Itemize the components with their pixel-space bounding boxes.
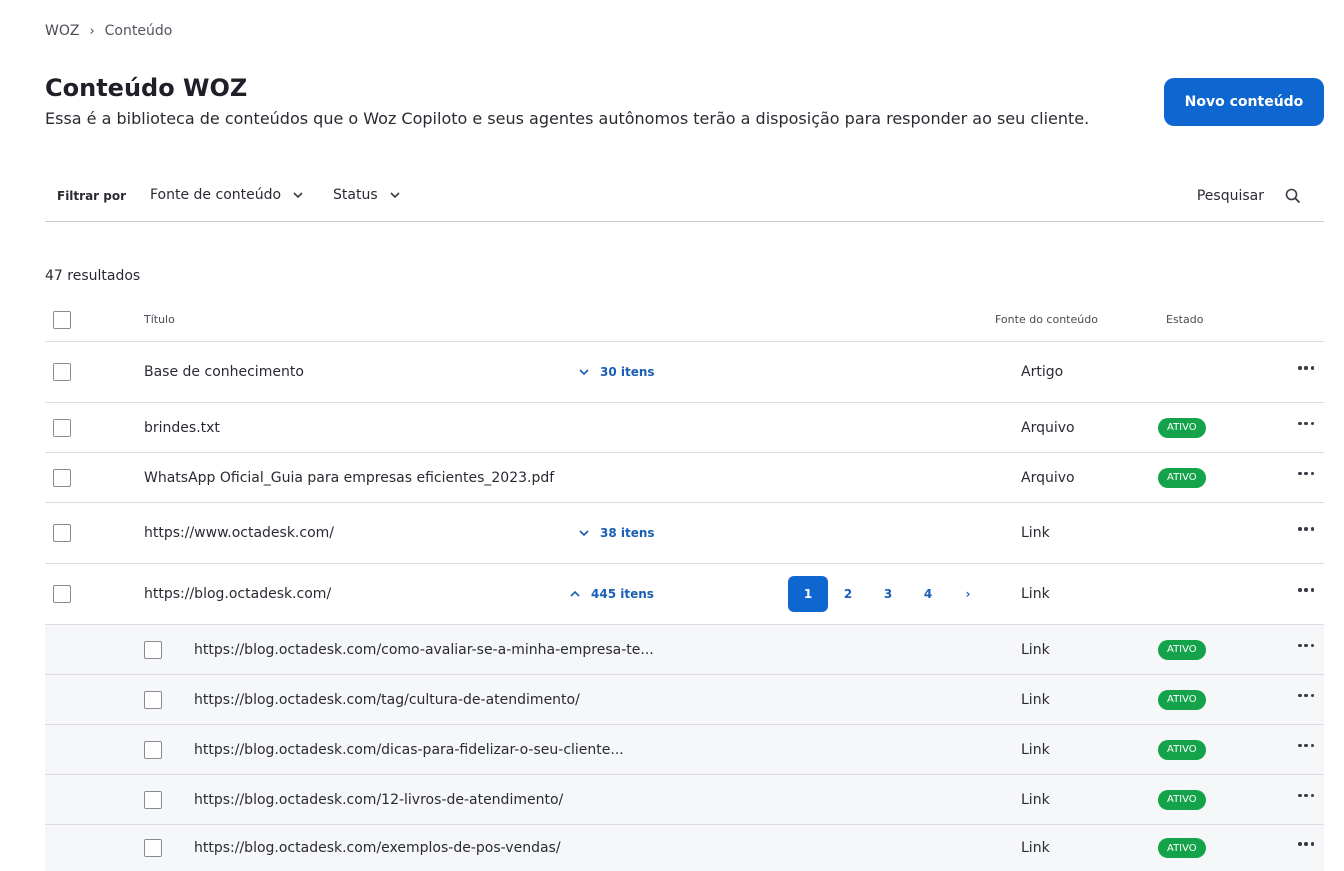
source-filter-dropdown[interactable]: Fonte de conteúdo: [150, 187, 305, 203]
row-source: Link: [1021, 741, 1050, 758]
table-child-row[interactable]: https://blog.octadesk.com/como-avaliar-s…: [45, 625, 1324, 675]
column-header-source[interactable]: Fonte do conteúdo: [995, 313, 1098, 326]
row-source: Link: [1021, 791, 1050, 808]
pagination: 1 2 3 4 ›: [788, 576, 988, 612]
status-badge: ATIVO: [1158, 838, 1206, 858]
table-row[interactable]: https://blog.octadesk.com/ 445 itens 1 2…: [45, 564, 1324, 625]
row-source: Link: [1021, 840, 1050, 856]
row-checkbox[interactable]: [144, 790, 162, 809]
expand-count: 38 itens: [600, 526, 655, 540]
chevron-down-icon: [293, 192, 303, 199]
results-count: 47 resultados: [45, 268, 141, 284]
breadcrumb-separator: ›: [89, 23, 95, 39]
select-all-checkbox[interactable]: [53, 310, 71, 329]
table-header: Título Fonte do conteúdo Estado: [45, 298, 1324, 342]
table-row[interactable]: https://www.octadesk.com/ 38 itens Link: [45, 503, 1324, 564]
row-title: https://blog.octadesk.com/como-avaliar-s…: [194, 641, 654, 658]
row-source: Link: [1021, 586, 1050, 602]
expand-count: 30 itens: [600, 365, 655, 379]
breadcrumb: WOZ › Conteúdo: [45, 23, 172, 39]
row-title: https://blog.octadesk.com/exemplos-de-po…: [194, 840, 561, 856]
row-source: Link: [1021, 691, 1050, 708]
chevron-down-icon: [390, 192, 400, 199]
more-options-icon[interactable]: [1298, 365, 1314, 371]
row-checkbox[interactable]: [53, 418, 71, 437]
table-child-row[interactable]: https://blog.octadesk.com/exemplos-de-po…: [45, 825, 1324, 871]
more-options-icon[interactable]: [1298, 643, 1314, 649]
row-title: https://blog.octadesk.com/: [144, 586, 332, 602]
row-source: Arquivo: [1021, 469, 1075, 486]
page-title: Conteúdo WOZ: [45, 74, 248, 102]
status-badge: ATIVO: [1158, 789, 1206, 810]
row-title: https://blog.octadesk.com/dicas-para-fid…: [194, 741, 624, 758]
table-child-row[interactable]: https://blog.octadesk.com/tag/cultura-de…: [45, 675, 1324, 725]
expand-toggle[interactable]: 30 itens: [578, 365, 655, 379]
status-badge: ATIVO: [1158, 639, 1206, 660]
expand-count: 445 itens: [591, 587, 654, 601]
more-options-icon[interactable]: [1298, 693, 1314, 699]
row-title: https://blog.octadesk.com/tag/cultura-de…: [194, 691, 580, 708]
more-options-icon[interactable]: [1298, 793, 1314, 799]
row-title: Base de conhecimento: [144, 364, 304, 380]
status-filter-dropdown[interactable]: Status: [333, 187, 402, 203]
status-filter-label: Status: [333, 187, 378, 203]
more-options-icon[interactable]: [1298, 743, 1314, 749]
more-options-icon[interactable]: [1298, 526, 1314, 532]
row-checkbox[interactable]: [53, 363, 71, 381]
table-child-row[interactable]: https://blog.octadesk.com/12-livros-de-a…: [45, 775, 1324, 825]
table-row[interactable]: WhatsApp Oficial_Guia para empresas efic…: [45, 453, 1324, 503]
row-source: Arquivo: [1021, 419, 1075, 436]
table-child-row[interactable]: https://blog.octadesk.com/dicas-para-fid…: [45, 725, 1324, 775]
source-filter-label: Fonte de conteúdo: [150, 187, 282, 203]
column-header-title[interactable]: Título: [144, 313, 175, 326]
filter-label: Filtrar por: [57, 189, 127, 203]
status-badge: ATIVO: [1158, 739, 1206, 760]
search-icon[interactable]: [1284, 187, 1302, 205]
row-checkbox[interactable]: [144, 839, 162, 857]
collapse-toggle[interactable]: 445 itens: [569, 587, 654, 601]
breadcrumb-current: Conteúdo: [104, 23, 173, 39]
row-checkbox[interactable]: [144, 640, 162, 659]
chevron-up-icon: [570, 590, 580, 597]
column-header-state[interactable]: Estado: [1166, 313, 1203, 326]
filter-bar: Filtrar por Fonte de conteúdo Status Pes…: [45, 176, 1324, 222]
more-options-icon[interactable]: [1298, 587, 1314, 593]
chevron-down-icon: [579, 369, 589, 376]
more-options-icon[interactable]: [1298, 421, 1314, 427]
row-checkbox[interactable]: [144, 690, 162, 709]
page-button[interactable]: 3: [868, 576, 908, 612]
more-options-icon[interactable]: [1298, 841, 1314, 847]
row-source: Link: [1021, 525, 1050, 541]
expand-toggle[interactable]: 38 itens: [578, 526, 655, 540]
table-row[interactable]: Base de conhecimento 30 itens Artigo: [45, 342, 1324, 403]
row-checkbox[interactable]: [53, 585, 71, 603]
row-title: brindes.txt: [144, 419, 220, 436]
page-button[interactable]: 4: [908, 576, 948, 612]
status-badge: ATIVO: [1158, 467, 1206, 488]
search-input[interactable]: Pesquisar: [1197, 188, 1264, 204]
new-content-button[interactable]: Novo conteúdo: [1164, 78, 1324, 126]
row-title: WhatsApp Oficial_Guia para empresas efic…: [144, 469, 555, 486]
status-badge: ATIVO: [1158, 417, 1206, 438]
breadcrumb-root[interactable]: WOZ: [45, 23, 79, 39]
page-button[interactable]: 2: [828, 576, 868, 612]
page-subtitle: Essa é a biblioteca de conteúdos que o W…: [45, 109, 1090, 128]
next-page-button[interactable]: ›: [948, 576, 988, 612]
more-options-icon[interactable]: [1298, 471, 1314, 477]
row-title: https://blog.octadesk.com/12-livros-de-a…: [194, 791, 564, 808]
content-table: Título Fonte do conteúdo Estado Base de …: [45, 298, 1324, 871]
row-checkbox[interactable]: [53, 524, 71, 542]
row-checkbox[interactable]: [144, 740, 162, 759]
row-checkbox[interactable]: [53, 468, 71, 487]
page-button[interactable]: 1: [788, 576, 828, 612]
chevron-down-icon: [579, 530, 589, 537]
row-title: https://www.octadesk.com/: [144, 525, 334, 541]
status-badge: ATIVO: [1158, 689, 1206, 710]
table-row[interactable]: brindes.txt Arquivo ATIVO: [45, 403, 1324, 453]
row-source: Link: [1021, 641, 1050, 658]
row-source: Artigo: [1021, 364, 1064, 380]
